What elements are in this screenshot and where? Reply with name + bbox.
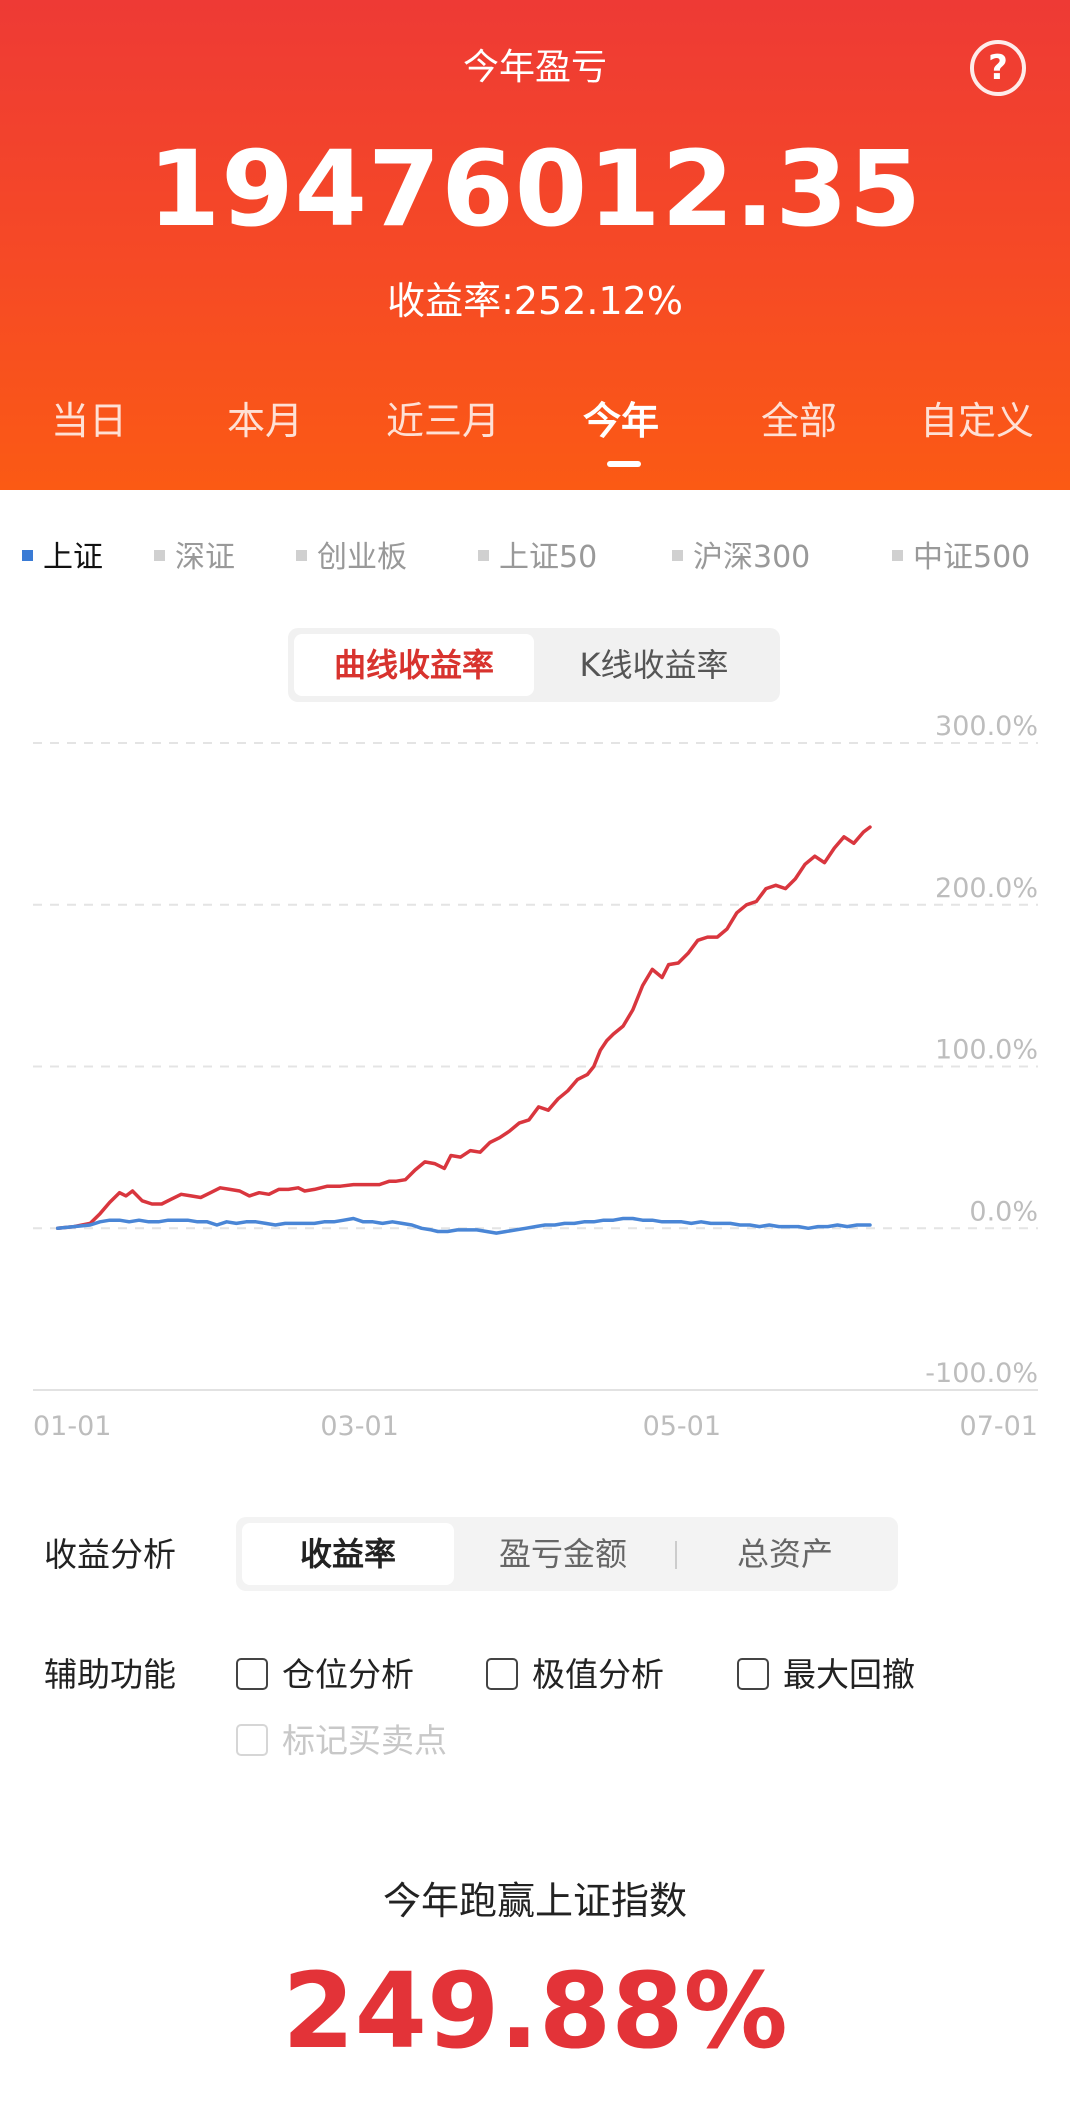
analysis-label: 收益分析 — [44, 1535, 176, 1574]
header-title: 今年盈亏 — [462, 47, 607, 88]
legend-label: 中证500 — [913, 540, 1031, 575]
max-drawdown-checkbox[interactable]: 最大回撤 — [737, 1648, 915, 1696]
x-tick-label: 07-01 — [960, 1411, 1038, 1442]
tab-today[interactable]: 当日 — [0, 390, 178, 445]
mark-trades-checkbox: 标记买卖点 — [236, 1714, 447, 1762]
legend-item-shanghai[interactable]: 上证 — [22, 532, 103, 576]
legend-label: 深证 — [175, 540, 235, 575]
period-tabs: 当日 本月 近三月 今年 全部 自定义 — [0, 390, 1070, 450]
series-line-shanghai — [55, 1216, 872, 1235]
profit-header: 今年盈亏 ? 19476012.35 收益率:252.12% 当日 本月 近三月… — [0, 0, 1070, 490]
tab-this-year[interactable]: 今年 — [532, 390, 710, 445]
legend-label: 创业板 — [317, 540, 407, 575]
return-rate-option[interactable]: 收益率 — [242, 1523, 454, 1585]
tab-month[interactable]: 本月 — [176, 390, 354, 445]
checkbox-label: 最大回撤 — [783, 1655, 915, 1694]
tab-three-months[interactable]: 近三月 — [354, 390, 532, 445]
y-tick-label: 300.0% — [935, 711, 1038, 742]
y-tick-label: 0.0% — [969, 1196, 1038, 1227]
curve-return-option[interactable]: 曲线收益率 — [294, 634, 534, 696]
legend-swatch — [296, 550, 307, 561]
tab-all[interactable]: 全部 — [710, 390, 888, 445]
checkbox-box[interactable] — [486, 1657, 518, 1690]
legend-swatch — [478, 550, 489, 561]
legend-swatch — [892, 550, 903, 561]
chart-mode-toggle: 曲线收益率 K线收益率 — [288, 628, 780, 702]
legend-swatch — [22, 550, 33, 561]
active-tab-indicator — [607, 461, 641, 467]
legend-swatch — [672, 550, 683, 561]
x-tick-label: 05-01 — [643, 1411, 721, 1442]
checkbox-box — [236, 1723, 268, 1756]
outperform-value: 249.88% — [282, 1950, 788, 2072]
checkbox-box[interactable] — [737, 1657, 769, 1690]
legend-item-chinext[interactable]: 创业板 — [296, 532, 407, 576]
legend-swatch — [154, 550, 165, 561]
profit-amount: 19476012.35 — [147, 128, 923, 250]
checkbox-label: 极值分析 — [532, 1655, 664, 1694]
aux-label: 辅助功能 — [44, 1655, 176, 1694]
profit-amount-option[interactable]: 盈亏金额 — [454, 1523, 672, 1585]
legend-label: 上证 — [43, 540, 103, 575]
tab-custom[interactable]: 自定义 — [888, 390, 1066, 445]
checkbox-box[interactable] — [236, 1657, 268, 1690]
checkbox-label: 标记买卖点 — [282, 1721, 447, 1760]
segment-divider — [675, 1541, 677, 1569]
question-icon[interactable]: ? — [970, 40, 1026, 96]
outperform-label: 今年跑赢上证指数 — [382, 1879, 687, 1923]
profit-rate: 收益率:252.12% — [387, 279, 683, 323]
x-tick-label: 01-01 — [33, 1411, 111, 1442]
legend-item-csi500[interactable]: 中证500 — [892, 532, 1030, 576]
return-chart: 300.0% 200.0% 100.0% 0.0% -100.0% 01-01 03-01 0… — [33, 711, 1038, 1442]
y-tick-label: 100.0% — [935, 1035, 1038, 1066]
legend-item-csi300[interactable]: 沪深300 — [672, 532, 810, 576]
index-legend: 上证 深证 创业板 上证50 沪深300 中证500 — [0, 532, 1070, 576]
x-tick-label: 03-01 — [320, 1411, 398, 1442]
extreme-analysis-checkbox[interactable]: 极值分析 — [486, 1648, 664, 1696]
position-analysis-checkbox[interactable]: 仓位分析 — [236, 1648, 414, 1696]
series-line-portfolio — [55, 825, 872, 1231]
y-tick-label: 200.0% — [935, 873, 1038, 904]
y-tick-label: -100.0% — [925, 1358, 1038, 1389]
legend-item-shenzhen[interactable]: 深证 — [154, 532, 235, 576]
legend-item-sse50[interactable]: 上证50 — [478, 532, 597, 576]
analysis-toggle: 收益率 盈亏金额 总资产 — [236, 1517, 898, 1591]
legend-label: 上证50 — [499, 540, 598, 575]
legend-label: 沪深300 — [693, 540, 811, 575]
checkbox-label: 仓位分析 — [282, 1655, 414, 1694]
total-assets-option[interactable]: 总资产 — [678, 1523, 892, 1585]
kline-return-option[interactable]: K线收益率 — [534, 634, 774, 696]
